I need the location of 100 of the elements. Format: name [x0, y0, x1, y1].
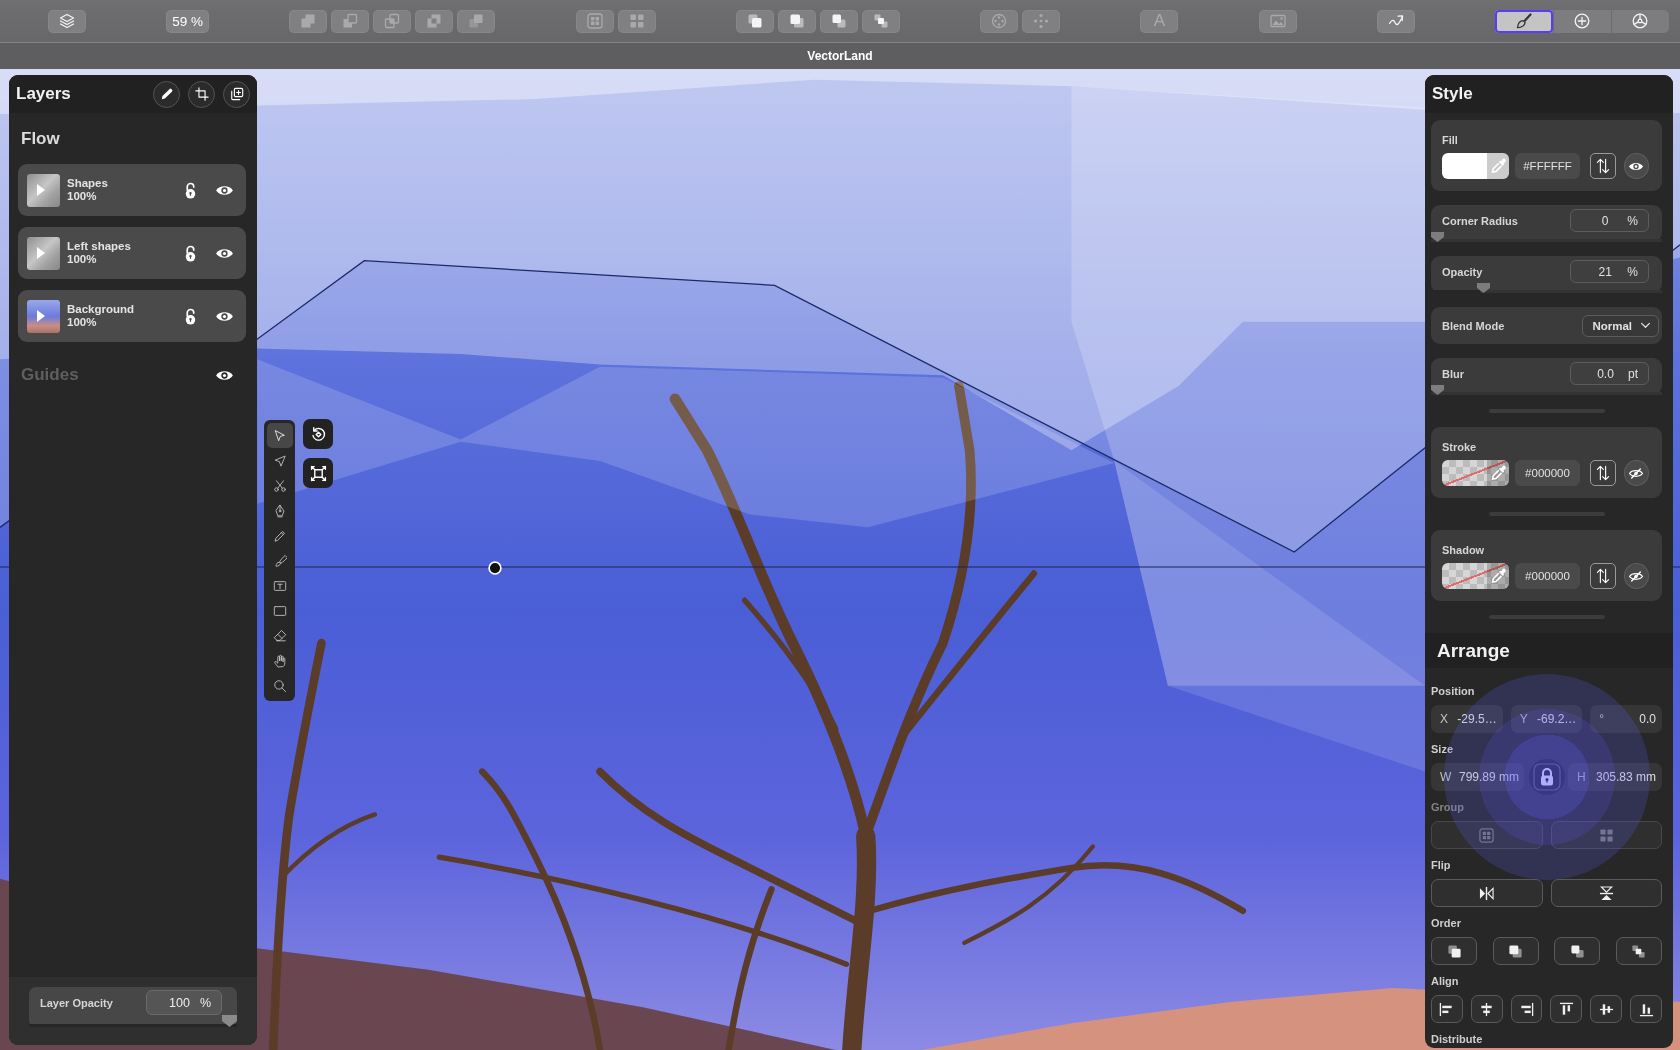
flip-vertical-icon — [1598, 885, 1614, 901]
layer-group-title: Flow — [21, 129, 60, 149]
fit-button[interactable] — [303, 458, 333, 488]
eye-icon[interactable] — [215, 246, 234, 260]
number-field[interactable]: W 799.89 mm — [1431, 763, 1524, 791]
visibility-button[interactable] — [1623, 153, 1649, 179]
value-field[interactable]: 21 % — [1570, 260, 1649, 283]
value-field[interactable]: 100 % — [146, 990, 222, 1015]
align-center-button[interactable] — [1470, 995, 1503, 1023]
hex-field[interactable]: #000000 — [1515, 460, 1580, 486]
number-field[interactable]: ° 0.0 — [1590, 705, 1662, 733]
align-left-button[interactable] — [1431, 995, 1463, 1023]
rotate-button[interactable] — [303, 419, 333, 449]
anchor-point[interactable] — [488, 561, 502, 575]
expand-corners-icon — [309, 464, 327, 482]
lock-button[interactable] — [1529, 759, 1565, 795]
bring-forward-button[interactable] — [1492, 937, 1539, 965]
toolbar-button[interactable] — [819, 9, 858, 33]
eyedropper-icon[interactable] — [1487, 563, 1509, 589]
eraser-icon — [272, 628, 287, 643]
visibility-button[interactable] — [1623, 563, 1649, 589]
setting-label: Fill — [1442, 133, 1458, 147]
eyedropper-icon[interactable] — [1487, 460, 1509, 486]
bring-to-front-button[interactable] — [1431, 937, 1477, 965]
swap-button[interactable] — [1590, 563, 1616, 589]
crop-button[interactable] — [188, 80, 215, 108]
plus-circle-icon — [1574, 13, 1591, 29]
slider-track[interactable] — [29, 1015, 237, 1027]
setting-label: Blur — [1442, 366, 1464, 381]
lock-open-icon[interactable] — [184, 307, 197, 325]
outline-arrow-icon — [272, 453, 287, 468]
panel-title: Style — [1432, 84, 1473, 104]
send-backward-button[interactable] — [1554, 937, 1601, 965]
layer-row[interactable]: Background 100% — [18, 290, 246, 342]
color-swatch[interactable] — [1442, 460, 1509, 486]
blend-mode-dropdown[interactable]: Normal — [1582, 314, 1659, 337]
lock-open-icon[interactable] — [184, 244, 197, 262]
align-center-icon — [1479, 1001, 1495, 1017]
visibility-button[interactable] — [1623, 460, 1649, 486]
flip-horizontal-button[interactable] — [1431, 879, 1543, 907]
slider-track[interactable] — [1431, 385, 1662, 395]
rectangle-icon — [272, 603, 287, 618]
toolbar-button[interactable] — [735, 9, 774, 33]
value-field[interactable]: 0 % — [1570, 209, 1649, 232]
stacked-squares-icon — [788, 13, 805, 29]
edit-button[interactable] — [153, 80, 180, 108]
swap-button[interactable] — [1590, 460, 1616, 486]
align-middle-button[interactable] — [1590, 995, 1623, 1023]
axis-label: W — [1440, 770, 1452, 784]
lock-open-icon[interactable] — [184, 181, 197, 199]
layers-button[interactable] — [48, 9, 86, 33]
align-right-button[interactable] — [1510, 995, 1543, 1023]
flip-vertical-button[interactable] — [1550, 879, 1662, 907]
color-swatch[interactable] — [1442, 153, 1509, 179]
layers-icon — [59, 13, 75, 29]
cursor-arrow-icon — [272, 428, 287, 443]
toolbar-button[interactable] — [1376, 9, 1415, 33]
number-field[interactable]: Y -69.2… — [1510, 705, 1583, 733]
hex-field[interactable]: #FFFFFF — [1515, 153, 1580, 179]
expand-triangle-icon[interactable] — [37, 310, 45, 322]
stacked-squares-icon — [1631, 943, 1647, 959]
section-label: Position — [1431, 684, 1475, 698]
layer-opacity: 100% — [67, 190, 97, 203]
overlapping-squares-icon — [342, 13, 359, 29]
toolbar-button[interactable] — [861, 9, 900, 33]
unit-label: % — [199, 995, 212, 1010]
setting-label: Stroke — [1442, 440, 1477, 454]
crop-icon — [194, 87, 209, 101]
eye-icon[interactable] — [215, 309, 234, 323]
hex-field[interactable]: #000000 — [1515, 563, 1580, 589]
grid-box-icon — [1479, 827, 1495, 843]
layer-row[interactable]: Shapes 100% — [18, 164, 246, 216]
tool-button[interactable] — [266, 423, 293, 448]
toolbar-button[interactable] — [777, 9, 816, 33]
align-top-button[interactable] — [1550, 995, 1583, 1023]
slider-track[interactable] — [1431, 232, 1662, 242]
align-bottom-button[interactable] — [1630, 995, 1662, 1023]
layer-row[interactable]: Left shapes 100% — [18, 227, 246, 279]
section-label: Group — [1431, 800, 1464, 814]
eye-icon[interactable] — [215, 183, 234, 197]
swap-button[interactable] — [1590, 153, 1616, 179]
stacked-squares-plus-icon — [229, 87, 244, 101]
inspector-tab[interactable] — [1494, 9, 1553, 33]
merged-squares-icon — [300, 13, 317, 29]
slider-track[interactable] — [1431, 283, 1662, 293]
align-left-icon — [1439, 1001, 1455, 1017]
axis-label: H — [1577, 770, 1586, 784]
slider-thumb[interactable] — [222, 1015, 237, 1027]
color-swatch[interactable] — [1442, 563, 1509, 589]
zoom-button[interactable]: 59 % — [166, 9, 210, 33]
number-field[interactable]: H 305.83 mm — [1568, 763, 1662, 791]
slider-thumb[interactable] — [1431, 385, 1444, 395]
add-layer-button[interactable] — [223, 80, 250, 108]
hand-icon — [272, 653, 287, 668]
value-field[interactable]: 0.0 pt — [1570, 362, 1649, 385]
slider-thumb[interactable] — [1476, 283, 1490, 293]
eyedropper-icon[interactable] — [1487, 153, 1509, 179]
number-field[interactable]: X -29.5… — [1431, 705, 1503, 733]
slider-thumb[interactable] — [1431, 232, 1444, 242]
send-to-back-button[interactable] — [1615, 937, 1662, 965]
